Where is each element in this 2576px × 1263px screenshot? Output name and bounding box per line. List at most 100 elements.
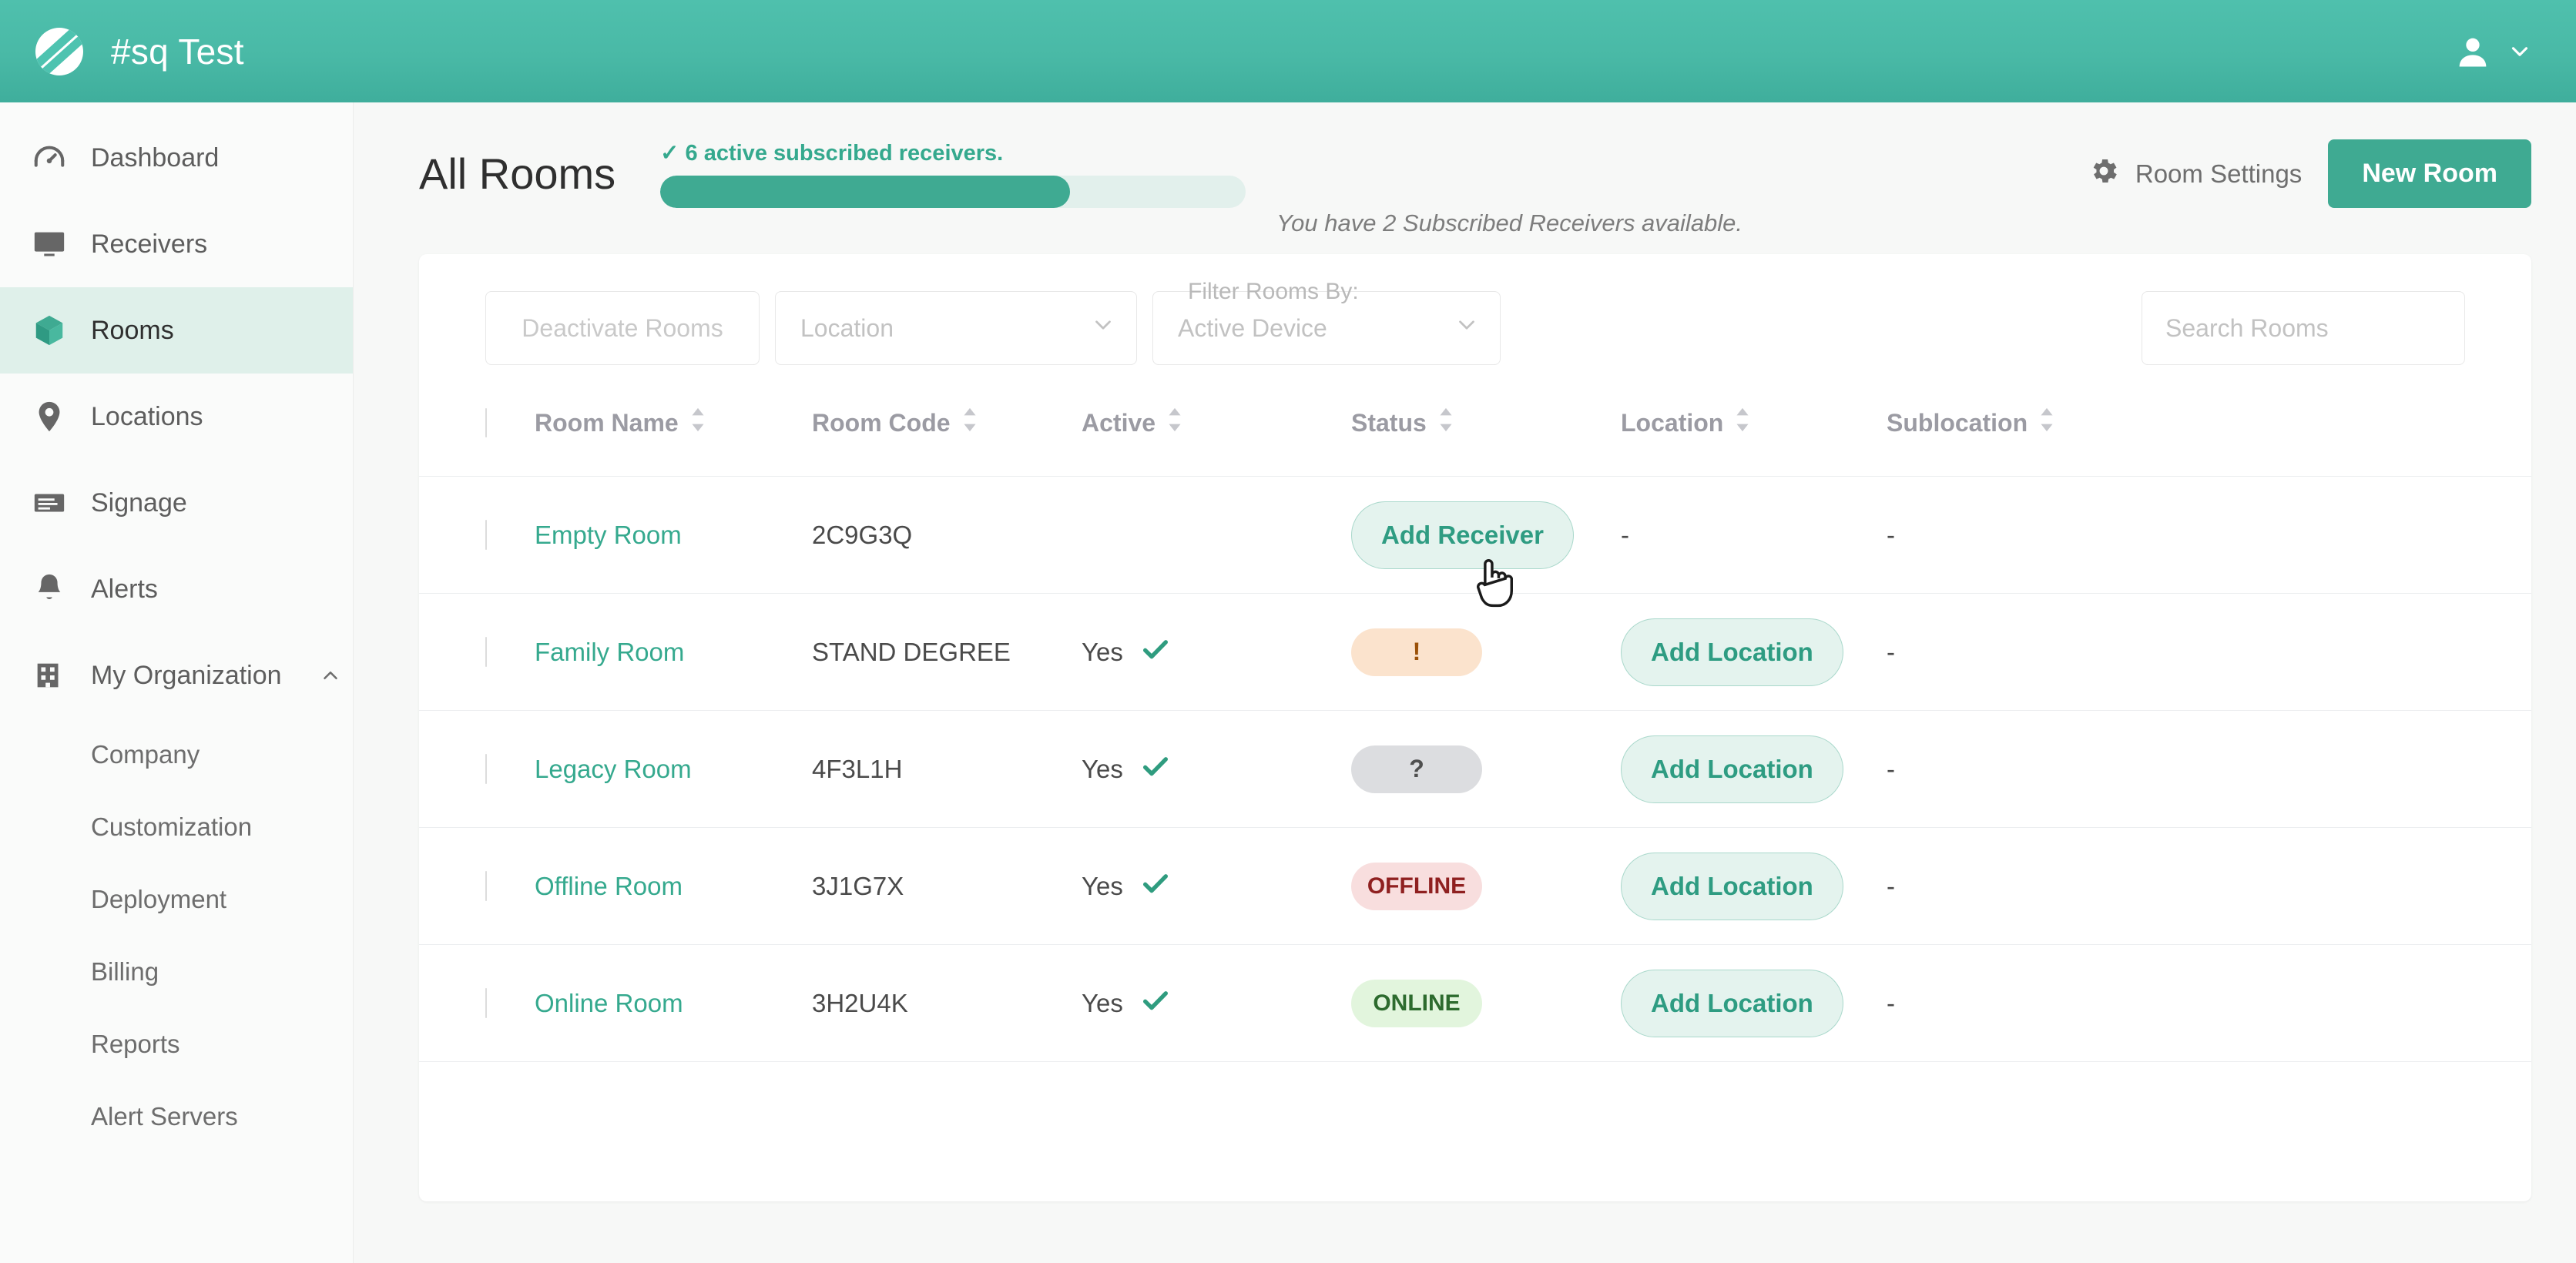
box-3d-icon [31, 312, 68, 349]
table-row: Legacy Room 4F3L1H Yes? Add Location - [419, 711, 2531, 828]
sidebar-subitem-label: Alert Servers [91, 1102, 238, 1131]
column-header-active[interactable]: Active [1082, 407, 1351, 477]
column-header-room-code[interactable]: Room Code [812, 407, 1082, 477]
status-badge[interactable]: ! [1351, 628, 1482, 676]
location-filter-value: Location [800, 313, 894, 342]
room-code-cell: 4F3L1H [812, 754, 903, 783]
sort-arrows-icon [1165, 407, 1185, 439]
deactivate-rooms-button[interactable]: Deactivate Rooms [485, 291, 760, 365]
table-row: Family Room STAND DEGREE Yes! Add Location - [419, 594, 2531, 711]
row-select-cell [419, 711, 535, 828]
search-wrapper [2142, 291, 2465, 365]
row-select-cell [419, 477, 535, 594]
room-name-link[interactable]: Family Room [535, 638, 684, 666]
column-header-sublocation[interactable]: Sublocation [1887, 407, 2164, 477]
sidebar-subitem-reports[interactable]: Reports [0, 1008, 353, 1080]
room-name-cell: Empty Room [535, 477, 812, 594]
rooms-table: Room Name Room Code Active Status Locati… [419, 407, 2531, 1062]
sidebar-item-my-organization[interactable]: My Organization [0, 632, 353, 719]
filters-bar: Filter Rooms By: Deactivate Rooms Locati… [419, 279, 2531, 365]
sidebar-item-locations[interactable]: Locations [0, 374, 353, 460]
sidebar-item-receivers[interactable]: Receivers [0, 201, 353, 287]
sidebar-subitem-customization[interactable]: Customization [0, 791, 353, 863]
table-header-row: Room Name Room Code Active Status Locati… [419, 407, 2531, 477]
top-bar: #sq Test [0, 0, 2576, 102]
location-filter-select[interactable]: Location [775, 291, 1137, 365]
location-cell: Add Location [1621, 828, 1887, 945]
active-cell [1082, 477, 1351, 594]
search-rooms-input[interactable] [2142, 291, 2465, 365]
active-value: Yes [1082, 754, 1123, 783]
sidebar-item-alerts[interactable]: Alerts [0, 546, 353, 632]
status-badge[interactable]: ? [1351, 745, 1482, 793]
select-all-checkbox[interactable] [485, 407, 487, 437]
location-action-button[interactable]: Add Location [1621, 618, 1843, 686]
room-code-cell: 3H2U4K [812, 988, 908, 1017]
rooms-card: Filter Rooms By: Deactivate Rooms Locati… [419, 254, 2531, 1201]
app-root: #sq Test Dashboard Receivers Rooms Locat… [0, 0, 2576, 1263]
user-avatar-icon[interactable] [2453, 32, 2493, 72]
location-action-button[interactable]: Add Location [1621, 735, 1843, 803]
rooms-table-body: Empty Room 2C9G3Q Add Receiver - - Family Roo… [419, 477, 2531, 1062]
sidebar-subitem-deployment[interactable]: Deployment [0, 863, 353, 936]
user-menu[interactable] [2453, 32, 2541, 72]
room-name-cell: Family Room [535, 594, 812, 711]
sidebar-item-rooms[interactable]: Rooms [0, 287, 353, 374]
row-checkbox[interactable] [485, 636, 487, 667]
column-header-location[interactable]: Location [1621, 407, 1887, 477]
room-code-cell: 3J1G7X [812, 871, 904, 900]
subscription-progress-bar [660, 176, 1246, 208]
sidebar-item-signage[interactable]: Signage [0, 460, 353, 546]
sublocation-cell: - [1887, 637, 1895, 666]
room-name-link[interactable]: Empty Room [535, 521, 682, 549]
gear-icon [2088, 155, 2120, 193]
sidebar-subitem-billing[interactable]: Billing [0, 936, 353, 1008]
sidebar-subitem-company[interactable]: Company [0, 719, 353, 791]
status-cell: ! [1351, 594, 1621, 711]
new-room-button[interactable]: New Room [2328, 139, 2531, 208]
active-cell: Yes [1082, 711, 1351, 828]
status-action-button[interactable]: Add Receiver [1351, 501, 1574, 569]
chevron-down-icon[interactable] [2507, 39, 2533, 65]
chevron-up-icon[interactable] [319, 664, 342, 687]
sidebar-item-label: My Organization [91, 660, 282, 690]
column-header-status[interactable]: Status [1351, 407, 1621, 477]
room-name-link[interactable]: Online Room [535, 989, 683, 1017]
row-checkbox[interactable] [485, 870, 487, 901]
room-name-link[interactable]: Offline Room [535, 872, 683, 900]
row-spacer-cell [2164, 828, 2531, 945]
row-select-cell [419, 594, 535, 711]
check-icon [1140, 634, 1171, 671]
rooms-table-head: Room Name Room Code Active Status Locati… [419, 407, 2531, 477]
sidebar-subitem-label: Deployment [91, 885, 227, 913]
row-spacer-cell [2164, 711, 2531, 828]
status-badge[interactable]: OFFLINE [1351, 862, 1482, 910]
row-spacer-cell [2164, 477, 2531, 594]
row-checkbox[interactable] [485, 753, 487, 784]
status-badge[interactable]: ONLINE [1351, 979, 1482, 1027]
location-action-button[interactable]: Add Location [1621, 969, 1843, 1037]
active-device-filter-value: Active Device [1178, 313, 1327, 342]
column-header-room-name[interactable]: Room Name [535, 407, 812, 477]
row-spacer-cell [2164, 945, 2531, 1062]
chevron-down-icon [1090, 312, 1116, 344]
status-cell: Add Receiver [1351, 477, 1621, 594]
row-checkbox[interactable] [485, 519, 487, 550]
check-icon [1140, 868, 1171, 905]
active-value: Yes [1082, 988, 1123, 1017]
sidebar-subitem-alert-servers[interactable]: Alert Servers [0, 1080, 353, 1153]
row-select-cell [419, 945, 535, 1062]
location-cell: Add Location [1621, 594, 1887, 711]
sort-arrows-icon [2037, 407, 2057, 439]
signage-card-icon [31, 484, 68, 521]
sublocation-cell: - [1887, 871, 1895, 900]
row-checkbox[interactable] [485, 987, 487, 1018]
room-name-link[interactable]: Legacy Room [535, 755, 692, 783]
room-settings-button[interactable]: Room Settings [2088, 155, 2302, 193]
location-action-button[interactable]: Add Location [1621, 852, 1843, 920]
sidebar-item-dashboard[interactable]: Dashboard [0, 115, 353, 201]
header-actions: Room Settings New Room [2088, 139, 2531, 208]
sort-arrows-icon [688, 407, 708, 439]
sidebar-subitem-label: Reports [91, 1030, 180, 1058]
column-header-spacer [2164, 407, 2531, 477]
